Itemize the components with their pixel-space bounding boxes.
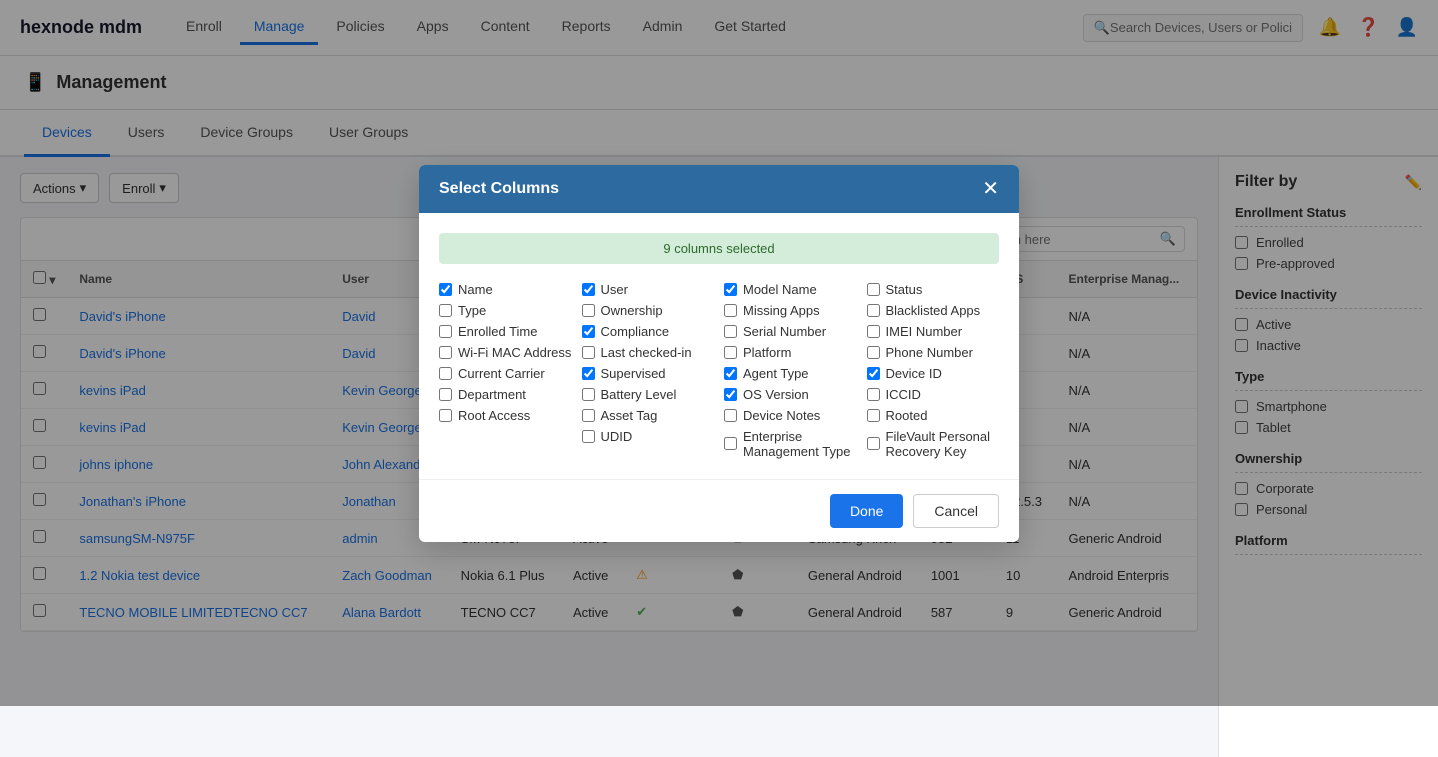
col-agent-type-checkbox[interactable] — [724, 367, 737, 380]
col-item-current-carrier[interactable]: Current Carrier — [439, 366, 572, 381]
col-asset-tag-checkbox[interactable] — [582, 409, 595, 422]
col-group-2: Model Name Missing Apps Serial Number Pl… — [724, 282, 857, 459]
col-item-status[interactable]: Status — [867, 282, 1000, 297]
col-item-supervised[interactable]: Supervised — [582, 366, 715, 381]
col-last-checked-checkbox[interactable] — [582, 346, 595, 359]
cancel-button[interactable]: Cancel — [913, 494, 999, 528]
col-platform-checkbox[interactable] — [724, 346, 737, 359]
col-blacklisted-checkbox[interactable] — [867, 304, 880, 317]
col-item-battery[interactable]: Battery Level — [582, 387, 715, 402]
col-item-phone-number[interactable]: Phone Number — [867, 345, 1000, 360]
col-status-checkbox[interactable] — [867, 283, 880, 296]
col-supervised-checkbox[interactable] — [582, 367, 595, 380]
col-udid-checkbox[interactable] — [582, 430, 595, 443]
col-group-0: Name Type Enrolled Time Wi-Fi MAC Addres… — [439, 282, 572, 459]
col-item-blacklisted[interactable]: Blacklisted Apps — [867, 303, 1000, 318]
col-phone-number-checkbox[interactable] — [867, 346, 880, 359]
col-type-checkbox[interactable] — [439, 304, 452, 317]
columns-selected-bar: 9 columns selected — [439, 233, 999, 264]
col-imei-checkbox[interactable] — [867, 325, 880, 338]
col-battery-checkbox[interactable] — [582, 388, 595, 401]
select-columns-modal: Select Columns ✕ 9 columns selected Name… — [419, 165, 1019, 542]
col-device-notes-checkbox[interactable] — [724, 409, 737, 422]
col-item-type[interactable]: Type — [439, 303, 572, 318]
col-root-access-checkbox[interactable] — [439, 409, 452, 422]
col-item-platform[interactable]: Platform — [724, 345, 857, 360]
col-item-device-id[interactable]: Device ID — [867, 366, 1000, 381]
col-wifi-mac-checkbox[interactable] — [439, 346, 452, 359]
done-button[interactable]: Done — [830, 494, 903, 528]
col-user-checkbox[interactable] — [582, 283, 595, 296]
col-item-enterprise-mgmt[interactable]: Enterprise Management Type — [724, 429, 857, 459]
col-serial-number-checkbox[interactable] — [724, 325, 737, 338]
col-item-compliance[interactable]: Compliance — [582, 324, 715, 339]
col-item-model-name[interactable]: Model Name — [724, 282, 857, 297]
col-enrolled-time-checkbox[interactable] — [439, 325, 452, 338]
col-model-name-checkbox[interactable] — [724, 283, 737, 296]
modal-body: 9 columns selected Name Type Enrolled Ti… — [419, 213, 1019, 479]
col-item-missing-apps[interactable]: Missing Apps — [724, 303, 857, 318]
col-item-asset-tag[interactable]: Asset Tag — [582, 408, 715, 423]
col-ownership-checkbox[interactable] — [582, 304, 595, 317]
col-compliance-checkbox[interactable] — [582, 325, 595, 338]
col-filevault-checkbox[interactable] — [867, 437, 880, 450]
col-item-udid[interactable]: UDID — [582, 429, 715, 444]
col-item-imei[interactable]: IMEI Number — [867, 324, 1000, 339]
col-department-checkbox[interactable] — [439, 388, 452, 401]
col-enterprise-mgmt-checkbox[interactable] — [724, 437, 737, 450]
col-item-ownership[interactable]: Ownership — [582, 303, 715, 318]
modal-header: Select Columns ✕ — [419, 165, 1019, 213]
col-item-device-notes[interactable]: Device Notes — [724, 408, 857, 423]
col-item-root-access[interactable]: Root Access — [439, 408, 572, 423]
col-item-name[interactable]: Name — [439, 282, 572, 297]
col-iccid-checkbox[interactable] — [867, 388, 880, 401]
col-item-serial-number[interactable]: Serial Number — [724, 324, 857, 339]
col-group-3: Status Blacklisted Apps IMEI Number Phon… — [867, 282, 1000, 459]
col-rooted-checkbox[interactable] — [867, 409, 880, 422]
col-item-rooted[interactable]: Rooted — [867, 408, 1000, 423]
col-item-iccid[interactable]: ICCID — [867, 387, 1000, 402]
modal-title: Select Columns — [439, 180, 559, 198]
col-item-enrolled-time[interactable]: Enrolled Time — [439, 324, 572, 339]
col-item-filevault[interactable]: FileVault Personal Recovery Key — [867, 429, 1000, 459]
col-item-os-version[interactable]: OS Version — [724, 387, 857, 402]
col-missing-apps-checkbox[interactable] — [724, 304, 737, 317]
col-item-user[interactable]: User — [582, 282, 715, 297]
modal-overlay[interactable]: Select Columns ✕ 9 columns selected Name… — [0, 0, 1438, 706]
columns-grid: Name Type Enrolled Time Wi-Fi MAC Addres… — [439, 282, 999, 459]
col-item-agent-type[interactable]: Agent Type — [724, 366, 857, 381]
modal-close-button[interactable]: ✕ — [982, 179, 999, 199]
col-device-id-checkbox[interactable] — [867, 367, 880, 380]
col-name-checkbox[interactable] — [439, 283, 452, 296]
col-item-last-checked[interactable]: Last checked-in — [582, 345, 715, 360]
col-os-version-checkbox[interactable] — [724, 388, 737, 401]
modal-footer: Done Cancel — [419, 479, 1019, 542]
col-item-wifi-mac[interactable]: Wi-Fi MAC Address — [439, 345, 572, 360]
col-item-department[interactable]: Department — [439, 387, 572, 402]
col-current-carrier-checkbox[interactable] — [439, 367, 452, 380]
col-group-1: User Ownership Compliance Last checked-i… — [582, 282, 715, 459]
